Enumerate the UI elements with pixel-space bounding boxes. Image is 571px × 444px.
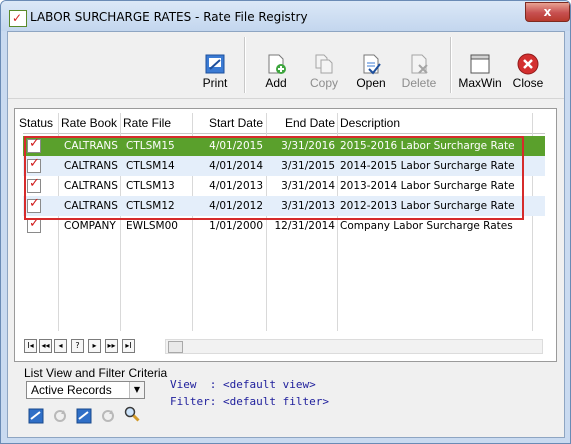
app-window: ✓ LABOR SURCHARGE RATES - Rate File Regi… [0,0,571,444]
close-button[interactable]: Close [503,32,553,94]
copy-icon [315,54,333,74]
find-record-button[interactable]: ? [71,339,84,353]
open-document-icon [363,54,381,75]
header-divider [23,133,545,134]
scrollbar-thumb[interactable] [168,341,183,353]
title-bar[interactable]: ✓ LABOR SURCHARGE RATES - Rate File Regi… [1,1,570,31]
add-button[interactable]: Add [251,32,301,94]
filter-icon[interactable] [76,408,92,424]
window-title: LABOR SURCHARGE RATES - Rate File Regist… [30,10,308,24]
next-record-button[interactable]: ▸ [88,339,101,353]
delete-label: Delete [401,76,437,90]
close-icon [517,53,539,75]
column-header-description[interactable]: Description [340,113,400,133]
horizontal-scrollbar[interactable] [165,339,543,354]
filter-section-label: List View and Filter Criteria [24,366,168,380]
previous-page-button[interactable]: ◂◂ [39,339,52,353]
refresh-view-icon[interactable] [52,408,68,424]
copy-label: Copy [309,76,338,90]
delete-document-icon [411,54,428,74]
open-label: Open [356,76,386,90]
column-header-start-date[interactable]: Start Date [195,113,263,133]
dropdown-arrow-icon[interactable]: ▼ [129,382,144,398]
close-label: Close [512,76,544,90]
client-area: Print Add Copy Open Delete MaxWin Close … [7,31,565,438]
view-icon[interactable] [28,408,44,424]
maximize-window-icon [470,54,490,74]
open-button[interactable]: Open [346,32,396,94]
status-checkbox[interactable]: ✓ [27,217,41,233]
add-document-icon [268,54,286,74]
highlight-box [24,136,524,220]
record-filter-value: Active Records [31,383,112,397]
toolbar-separator [450,37,452,93]
app-checkbox-icon: ✓ [9,10,27,27]
toolbar-separator [244,37,246,93]
first-record-button[interactable]: I◂ [24,339,37,353]
last-record-button[interactable]: ▸I [122,339,135,353]
refresh-filter-icon[interactable] [100,408,116,424]
magnifier-icon[interactable] [124,406,140,422]
filter-description: Filter: <default filter> [170,395,329,408]
print-label: Print [202,76,228,90]
add-label: Add [265,76,287,90]
column-header-status[interactable]: Status [19,113,53,133]
previous-record-button[interactable]: ◂ [54,339,67,353]
column-header-rate-book[interactable]: Rate Book [61,113,117,133]
window-close-button[interactable]: x [525,2,570,22]
delete-button[interactable]: Delete [394,32,444,94]
column-header-rate-file[interactable]: Rate File [123,113,171,133]
maxwin-button[interactable]: MaxWin [455,32,505,94]
view-description: View : <default view> [170,378,316,391]
copy-button[interactable]: Copy [299,32,349,94]
next-page-button[interactable]: ▸▸ [105,339,118,353]
toolbar: Print Add Copy Open Delete MaxWin Close [8,32,564,99]
print-icon [205,54,225,74]
print-button[interactable]: Print [190,32,240,94]
column-header-end-date[interactable]: End Date [265,113,335,133]
record-filter-select[interactable]: Active Records ▼ [26,381,145,399]
maxwin-label: MaxWin [458,76,502,90]
